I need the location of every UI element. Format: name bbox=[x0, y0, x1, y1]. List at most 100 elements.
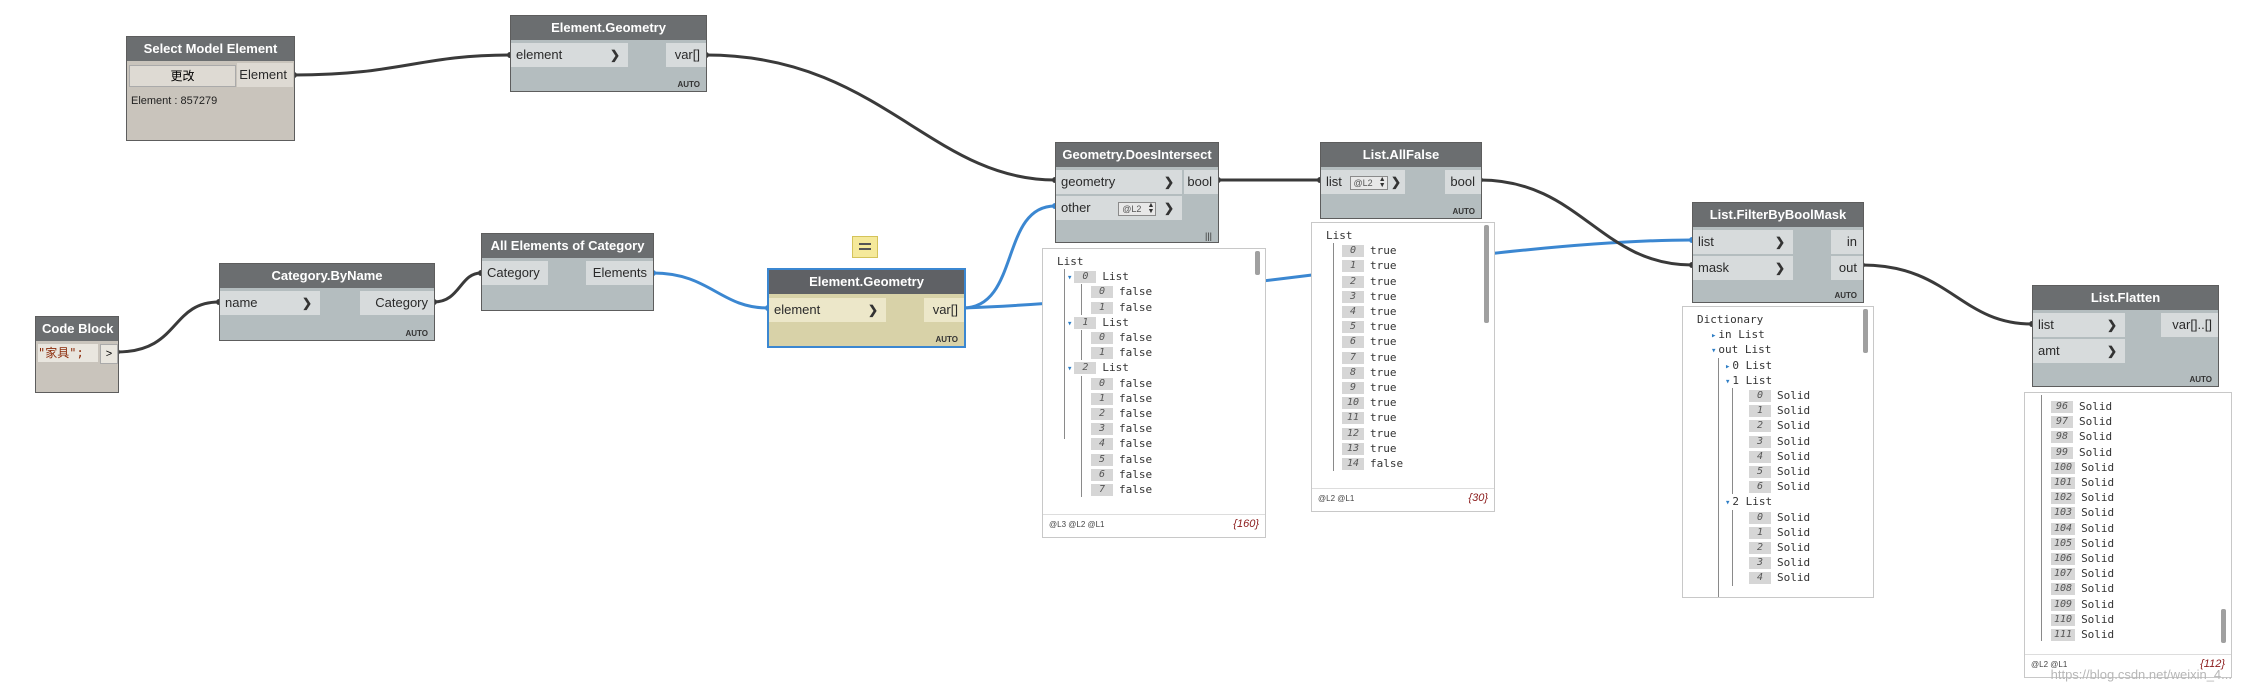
wire-filter-to-flatten[interactable] bbox=[1861, 263, 2033, 326]
note-icon[interactable] bbox=[852, 236, 878, 258]
collapse-icon[interactable]: ▾ bbox=[1725, 498, 1730, 508]
value-label: Solid bbox=[1777, 480, 1811, 494]
value-label: Solid bbox=[2081, 476, 2115, 489]
output-port-var[interactable]: var[] bbox=[924, 298, 964, 322]
list-allfalse-node[interactable]: List.AllFalse list @L2 ▲ ▼ ❯ bool AUTO bbox=[1320, 142, 1482, 219]
output-port-category[interactable]: Category bbox=[360, 291, 434, 315]
wire-category-to-geometry[interactable] bbox=[652, 271, 769, 310]
list-item: 6 true bbox=[1342, 334, 1397, 349]
preview-bubble-filter[interactable]: Dictionary ▸ in List ▾ out List ▸ 0 List ▾ 1 Lis… bbox=[1682, 306, 1874, 598]
input-port-category[interactable]: Category bbox=[482, 261, 548, 285]
value-label: Solid bbox=[2081, 460, 2115, 474]
all-elements-of-category-node[interactable]: All Elements of Category Category Elemen… bbox=[481, 233, 654, 311]
index-label: 1 bbox=[1091, 347, 1113, 360]
value-label: false bbox=[1119, 437, 1153, 451]
index-label: 14 bbox=[1342, 458, 1364, 470]
preview-bubble-allfalse[interactable]: List 0 true 1 true 2 true 3 true 4 true 5 true 6 true 7… bbox=[1311, 222, 1495, 512]
input-port-list[interactable]: list @L2 ▲ ▼ ❯ bbox=[1321, 170, 1405, 194]
input-port-list[interactable]: list ❯ bbox=[1693, 230, 1793, 254]
port-label: list bbox=[1326, 174, 1342, 189]
index-label: 5 bbox=[1342, 321, 1364, 334]
list-item: 6 false bbox=[1091, 467, 1152, 482]
input-port-list[interactable]: list ❯ bbox=[2033, 313, 2125, 337]
wire-byname-to-category[interactable] bbox=[433, 271, 482, 304]
category-byname-node[interactable]: Category.ByName name ❯ Category AUTO bbox=[219, 263, 435, 341]
list-flatten-node[interactable]: List.Flatten list ❯ amt ❯ var[]..[] AUTO bbox=[2032, 285, 2219, 387]
wire-geometry-to-intersect[interactable] bbox=[705, 53, 1056, 182]
scrollbar[interactable] bbox=[1255, 251, 1260, 275]
index-label: 99 bbox=[2051, 446, 2073, 459]
code-output-port[interactable]: > bbox=[100, 344, 118, 364]
index-label: 2 bbox=[1074, 362, 1097, 375]
element-geometry-node-selected[interactable]: Element.Geometry element ❯ var[] AUTO bbox=[767, 268, 966, 348]
index-label: 0 bbox=[1091, 286, 1113, 299]
index-label: 97 bbox=[2051, 416, 2073, 429]
select-model-element-node[interactable]: Select Model Element 更改 Element Element … bbox=[126, 36, 295, 141]
preview-bubble-flatten[interactable]: 96 Solid 97 Solid 98 Solid 99 Solid 100 Solid 101 S… bbox=[2024, 392, 2232, 678]
list-filterbyboolmask-node[interactable]: List.FilterByBoolMask list ❯ mask ❯ in out… bbox=[1692, 202, 1864, 303]
scrollbar[interactable] bbox=[1484, 225, 1489, 323]
collapse-icon[interactable]: ▾ bbox=[1725, 377, 1730, 387]
preview-bubble-intersect[interactable]: List ▾ 0 List 0 false 1 false ▾ 1 List 0 false 1 false… bbox=[1042, 248, 1266, 538]
value-label: false bbox=[1119, 467, 1153, 481]
list-item: 3 Solid bbox=[1749, 555, 1810, 570]
value-label: Solid bbox=[1777, 510, 1811, 524]
output-port-in[interactable]: in bbox=[1831, 230, 1863, 254]
value-label: Solid bbox=[2081, 491, 2115, 505]
expand-icon[interactable]: ▸ bbox=[1711, 331, 1716, 341]
value-label: true bbox=[1370, 259, 1397, 273]
value-label: false bbox=[1119, 376, 1153, 390]
output-port-bool[interactable]: bool bbox=[1184, 170, 1218, 194]
output-port-elements[interactable]: Elements bbox=[586, 261, 653, 285]
lacing-label: AUTO bbox=[2189, 375, 2212, 384]
index-label: 103 bbox=[2051, 507, 2076, 520]
collapse-icon[interactable]: ▾ bbox=[1711, 346, 1716, 356]
list-level-selector[interactable]: @L2 ▲ ▼ bbox=[1349, 175, 1388, 190]
collapse-icon[interactable]: ▾ bbox=[1067, 364, 1072, 374]
tree-guide-line bbox=[1333, 243, 1334, 472]
list-group: ▾ 2 List bbox=[1067, 360, 1129, 375]
scrollbar[interactable] bbox=[1863, 309, 1868, 353]
port-label: geometry bbox=[1061, 174, 1116, 189]
wire-codeblock-to-byname[interactable] bbox=[116, 300, 220, 354]
input-port-geometry[interactable]: geometry ❯ bbox=[1056, 170, 1182, 194]
port-label: element bbox=[774, 302, 821, 317]
index-label: 3 bbox=[1749, 557, 1771, 570]
geometry-doesintersect-node[interactable]: Geometry.DoesIntersect geometry ❯ other @… bbox=[1055, 142, 1219, 243]
collapse-icon[interactable]: ▾ bbox=[1067, 273, 1072, 283]
change-button[interactable]: 更改 bbox=[129, 65, 236, 87]
value-label: false bbox=[1370, 457, 1404, 470]
list-item: 1 true bbox=[1342, 258, 1397, 273]
collapse-icon[interactable]: ▾ bbox=[1067, 319, 1072, 329]
code-block-node[interactable]: Code Block "家具"; > bbox=[35, 316, 119, 393]
input-port-mask[interactable]: mask ❯ bbox=[1693, 256, 1793, 280]
output-port-element[interactable]: Element bbox=[237, 63, 293, 87]
input-port-element[interactable]: element ❯ bbox=[511, 43, 628, 67]
output-port-var[interactable]: var[] bbox=[666, 43, 706, 67]
list-group: ▾ 1 List bbox=[1725, 373, 1772, 388]
list-level-selector[interactable]: @L2 ▲ ▼ bbox=[1118, 201, 1157, 216]
input-port-element[interactable]: element ❯ bbox=[769, 298, 886, 322]
element-geometry-node-top[interactable]: Element.Geometry element ❯ var[] AUTO bbox=[510, 15, 707, 92]
output-port-var[interactable]: var[]..[] bbox=[2161, 313, 2218, 337]
output-port-out[interactable]: out bbox=[1831, 256, 1863, 280]
list-item: 9 true bbox=[1342, 380, 1397, 395]
node-title: Code Block bbox=[36, 317, 118, 341]
output-port-bool[interactable]: bool bbox=[1445, 170, 1481, 194]
index-label: 98 bbox=[2051, 431, 2073, 444]
list-item: 97 Solid bbox=[2051, 414, 2112, 429]
input-port-name[interactable]: name ❯ bbox=[220, 291, 320, 315]
code-editor[interactable]: "家具"; bbox=[38, 344, 98, 362]
preview-tree: List 0 true 1 true 2 true 3 true 4 true 5 true 6 true 7… bbox=[1312, 223, 1494, 489]
index-label: 0 bbox=[1091, 332, 1113, 344]
wire-select-to-geometry[interactable] bbox=[293, 53, 511, 77]
chevron-right-icon: ❯ bbox=[1163, 201, 1174, 215]
index-label: 5 bbox=[1749, 466, 1771, 478]
input-port-other[interactable]: other @L2 ▲ ▼ ❯ bbox=[1056, 196, 1182, 220]
index-label: 108 bbox=[2051, 583, 2076, 596]
value-label: true bbox=[1370, 274, 1397, 288]
input-port-amt[interactable]: amt ❯ bbox=[2033, 339, 2125, 363]
scrollbar[interactable] bbox=[2221, 609, 2226, 643]
expand-icon[interactable]: ▸ bbox=[1725, 362, 1730, 372]
index-label: 7 bbox=[1342, 351, 1364, 364]
